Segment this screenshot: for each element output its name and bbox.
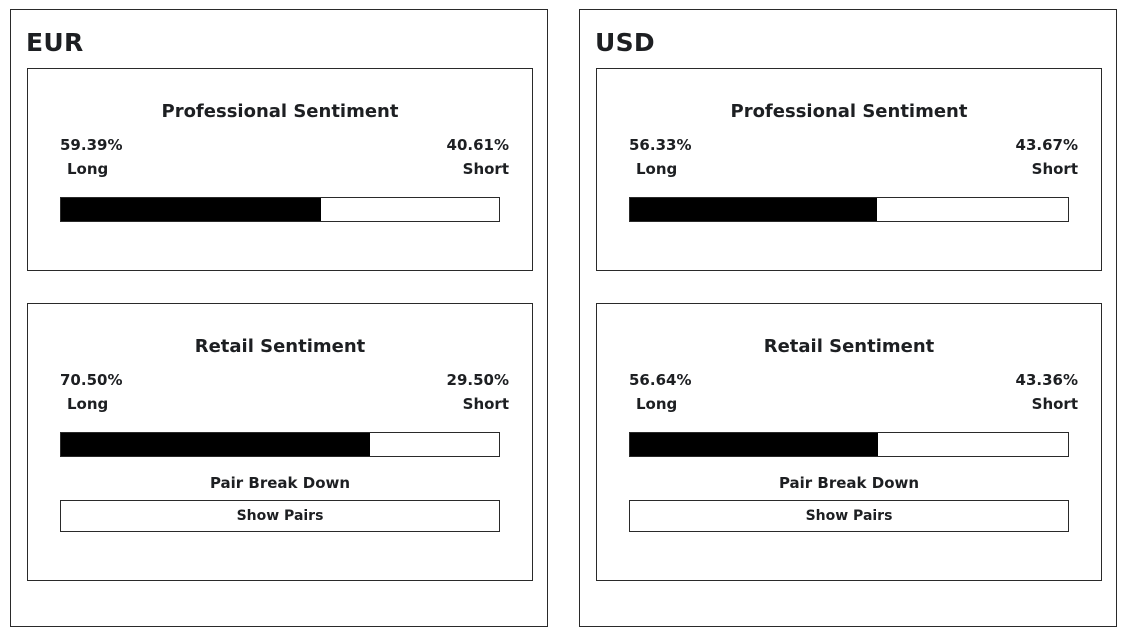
long-label: Long xyxy=(67,395,109,413)
short-label: Short xyxy=(462,160,509,178)
show-pairs-button[interactable]: Show Pairs xyxy=(629,500,1069,532)
long-label: Long xyxy=(67,160,109,178)
short-label: Short xyxy=(1031,160,1078,178)
long-label: Long xyxy=(636,160,678,178)
currency-title: EUR xyxy=(26,28,84,57)
short-label: Short xyxy=(1031,395,1078,413)
long-percentage: 56.64% xyxy=(629,371,692,389)
sentiment-bar xyxy=(60,197,500,222)
sentiment-bar xyxy=(60,432,500,457)
show-pairs-button[interactable]: Show Pairs xyxy=(60,500,500,532)
professional-sentiment-card: Professional Sentiment 59.39% 40.61% Lon… xyxy=(27,68,533,271)
pair-breakdown-title: Pair Break Down xyxy=(778,474,920,492)
short-percentage: 29.50% xyxy=(446,371,509,389)
short-percentage: 43.67% xyxy=(1015,136,1078,154)
long-label: Long xyxy=(636,395,678,413)
card-title: Retail Sentiment xyxy=(763,336,935,357)
pair-breakdown-title: Pair Break Down xyxy=(209,474,351,492)
card-title: Professional Sentiment xyxy=(730,101,968,122)
retail-sentiment-card: Retail Sentiment 70.50% 29.50% Long Shor… xyxy=(27,303,533,581)
professional-sentiment-card: Professional Sentiment 56.33% 43.67% Lon… xyxy=(596,68,1102,271)
short-percentage: 43.36% xyxy=(1015,371,1078,389)
card-title: Retail Sentiment xyxy=(194,336,366,357)
sentiment-bar-long-fill xyxy=(630,198,877,221)
retail-sentiment-card: Retail Sentiment 56.64% 43.36% Long Shor… xyxy=(596,303,1102,581)
currency-title: USD xyxy=(595,28,655,57)
card-title: Professional Sentiment xyxy=(161,101,399,122)
long-percentage: 56.33% xyxy=(629,136,692,154)
sentiment-bar xyxy=(629,197,1069,222)
currency-panel-eur: EUR Professional Sentiment 59.39% 40.61%… xyxy=(10,9,548,627)
long-percentage: 59.39% xyxy=(60,136,123,154)
currency-panel-usd: USD Professional Sentiment 56.33% 43.67%… xyxy=(579,9,1117,627)
short-percentage: 40.61% xyxy=(446,136,509,154)
sentiment-bar-long-fill xyxy=(61,198,322,221)
sentiment-bar-long-fill xyxy=(630,433,879,456)
long-percentage: 70.50% xyxy=(60,371,123,389)
short-label: Short xyxy=(462,395,509,413)
sentiment-bar-long-fill xyxy=(61,433,370,456)
sentiment-bar xyxy=(629,432,1069,457)
